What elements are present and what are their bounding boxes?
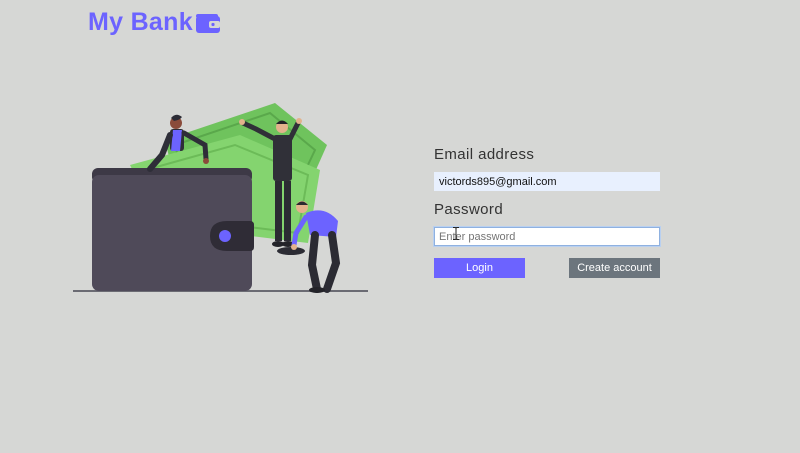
password-field[interactable] <box>434 227 660 246</box>
email-label: Email address <box>434 146 535 163</box>
login-form: Email address Password Login Create acco… <box>434 146 660 278</box>
wallet-icon <box>195 13 220 33</box>
brand-name: My Bank <box>88 8 193 36</box>
create-account-button[interactable]: Create account <box>569 258 660 278</box>
email-field[interactable] <box>434 172 660 191</box>
text-cursor-icon <box>453 227 459 240</box>
form-actions: Login Create account <box>434 258 660 278</box>
money-wallet-illustration <box>73 103 368 293</box>
brand-logo[interactable]: My Bank <box>88 8 221 37</box>
login-button[interactable]: Login <box>434 258 525 278</box>
password-label: Password <box>434 201 504 218</box>
